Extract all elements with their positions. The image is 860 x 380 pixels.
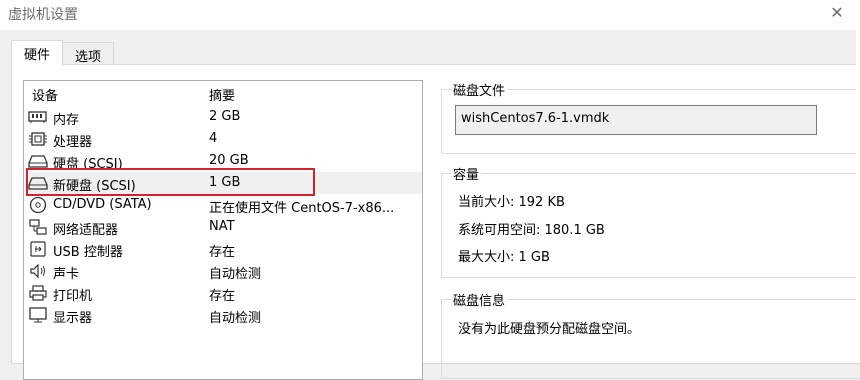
disk-file-label: 磁盘文件 xyxy=(451,80,508,99)
close-icon[interactable]: ✕ xyxy=(826,2,848,24)
network-adapter-icon xyxy=(28,218,48,236)
disk-info-group xyxy=(441,299,860,379)
max-size-text: 最大大小: 1 GB xyxy=(458,250,550,265)
device-summary: NAT xyxy=(209,219,235,234)
device-name: 内存 xyxy=(53,113,80,128)
device-row-new-harddisk[interactable]: 新硬盘 (SCSI) 1 GB xyxy=(25,172,422,194)
device-row-usb-controller[interactable]: USB 控制器 存在 xyxy=(25,238,422,260)
display-icon xyxy=(28,306,48,324)
capacity-label: 容量 xyxy=(451,164,482,183)
device-summary: 存在 xyxy=(209,245,236,260)
device-row-network-adapter[interactable]: 网络适配器 NAT xyxy=(25,216,422,238)
device-name: 处理器 xyxy=(53,135,93,150)
disk-file-value: wishCentos7.6-1.vmdk xyxy=(461,111,610,126)
device-row-display[interactable]: 显示器 自动检测 xyxy=(25,304,422,326)
processor-icon xyxy=(28,130,48,148)
memory-icon xyxy=(28,108,48,126)
device-name: CD/DVD (SATA) xyxy=(53,197,152,212)
device-name: 网络适配器 xyxy=(53,223,119,238)
device-name: 新硬盘 (SCSI) xyxy=(53,179,136,194)
device-row-processor[interactable]: 处理器 4 xyxy=(25,128,422,150)
column-header-summary[interactable]: 摘要 xyxy=(209,85,235,105)
window-edge xyxy=(856,30,860,348)
column-header-device[interactable]: 设备 xyxy=(32,85,58,105)
device-summary: 自动检测 xyxy=(209,267,262,282)
device-summary: 4 xyxy=(209,131,218,146)
device-row-memory[interactable]: 内存 2 GB xyxy=(25,106,422,128)
title-bar: 虚拟机设置 ✕ xyxy=(0,0,860,30)
tab-options-label: 选项 xyxy=(74,50,101,65)
device-summary: 自动检测 xyxy=(209,311,262,326)
device-summary: 正在使用文件 CentOS-7-x86... xyxy=(209,201,395,216)
device-summary: 2 GB xyxy=(209,109,241,124)
device-row-cd-dvd[interactable]: CD/DVD (SATA) 正在使用文件 CentOS-7-x86... xyxy=(25,194,422,216)
device-row-sound-card[interactable]: 声卡 自动检测 xyxy=(25,260,422,282)
printer-icon xyxy=(28,284,48,302)
window-title: 虚拟机设置 xyxy=(8,7,78,23)
device-list[interactable]: 设备 摘要 内存 2 GB 处理器 4 硬盘 (SCSI) 20 GB 新硬盘 … xyxy=(23,80,423,380)
device-row-printer[interactable]: 打印机 存在 xyxy=(25,282,422,304)
device-row-harddisk[interactable]: 硬盘 (SCSI) 20 GB xyxy=(25,150,422,172)
device-summary: 存在 xyxy=(209,289,236,304)
sound-card-icon xyxy=(28,262,48,280)
available-space-text: 系统可用空间: 180.1 GB xyxy=(458,223,605,238)
disk-file-field[interactable]: wishCentos7.6-1.vmdk xyxy=(455,105,817,135)
usb-icon xyxy=(28,240,48,258)
disk-info-label: 磁盘信息 xyxy=(451,290,508,309)
device-name: 硬盘 (SCSI) xyxy=(53,157,123,172)
device-name: USB 控制器 xyxy=(53,245,123,260)
device-name: 打印机 xyxy=(53,289,93,304)
harddisk-icon xyxy=(28,174,48,192)
device-summary: 20 GB xyxy=(209,153,249,168)
tab-hardware-label: 硬件 xyxy=(23,48,50,63)
harddisk-icon xyxy=(28,152,48,170)
device-name: 声卡 xyxy=(53,267,80,282)
disk-info-text: 没有为此硬盘预分配磁盘空间。 xyxy=(458,322,641,337)
tab-options[interactable]: 选项 xyxy=(62,42,114,66)
cd-dvd-icon xyxy=(28,196,48,214)
device-name: 显示器 xyxy=(53,311,93,326)
current-size-text: 当前大小: 192 KB xyxy=(458,195,565,210)
device-summary: 1 GB xyxy=(209,175,241,190)
tab-hardware[interactable]: 硬件 xyxy=(11,40,63,66)
